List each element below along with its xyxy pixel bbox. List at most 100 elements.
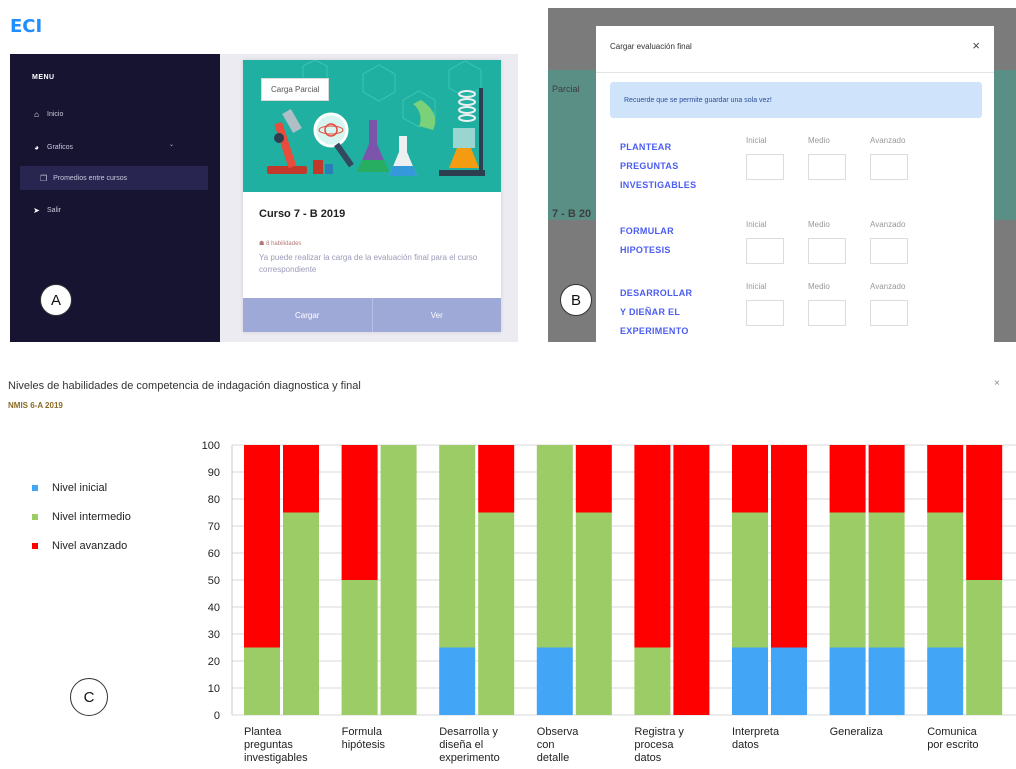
sidebar-item-salir[interactable]: ➤ Salir: [32, 204, 61, 216]
bar-segment: [575, 512, 612, 715]
bar-segment: [927, 445, 964, 513]
avanzado-input[interactable]: [870, 154, 908, 180]
level-label: Medio: [808, 282, 830, 291]
y-tick-label: 0: [214, 710, 220, 722]
bar-segment: [732, 647, 768, 715]
medio-input[interactable]: [808, 154, 846, 180]
x-tick-label-line: Observa: [537, 726, 579, 738]
card-description: Ya puede realizar la carga de la evaluac…: [259, 253, 478, 274]
send-icon: ➤: [33, 205, 40, 215]
criterion-label: PLANTEAR PREGUNTAS INVESTIGABLES: [620, 142, 697, 190]
x-tick-label-line: detalle: [537, 752, 569, 764]
window-icon: ❐: [40, 173, 48, 183]
figure: ECI MENU ⌂ Inicio ◕ Graficos ⌄ ❐ Promedi…: [0, 0, 1016, 769]
bar-segment: [966, 445, 1003, 580]
menu-title: MENU: [32, 74, 55, 81]
bar-segment: [829, 445, 866, 513]
sidebar-item-label: Inicio: [47, 110, 64, 118]
level-label: Inicial: [746, 136, 767, 145]
sidebar-item-label: Graficos: [47, 143, 74, 151]
bar-segment: [283, 512, 319, 715]
avanzado-input[interactable]: [870, 238, 908, 264]
sidebar-item-promedios[interactable]: ❐ Promedios entre cursos: [20, 166, 208, 190]
medio-input[interactable]: [808, 238, 846, 264]
bar-segment: [341, 445, 378, 580]
level-label: Medio: [808, 220, 830, 229]
level-label: Medio: [808, 136, 830, 145]
modal-overlay: Parcial 7 - B 20 Cargar evaluación final…: [548, 8, 1016, 342]
inicial-input[interactable]: [746, 300, 784, 326]
chevron-down-icon: ⌄: [168, 142, 174, 148]
bar-segment: [771, 647, 807, 715]
x-tick-label-line: con: [537, 739, 555, 751]
panel-b-badge: B: [560, 284, 592, 316]
x-tick-label-line: datos: [634, 752, 661, 764]
brand-logo[interactable]: ECI: [10, 16, 42, 37]
bar-segment: [927, 647, 964, 715]
panel-a-badge: A: [40, 284, 72, 316]
sidebar-item-graficos[interactable]: ◕ Graficos ⌄: [32, 141, 202, 153]
x-tick-label-line: hipótesis: [342, 739, 386, 751]
y-tick-label: 80: [208, 494, 220, 506]
x-tick-label: Desarrolla y diseña el experimento: [439, 726, 500, 764]
bar-segment: [575, 445, 612, 513]
bar-segment: [829, 647, 866, 715]
home-icon: ⌂: [34, 109, 39, 119]
x-tick-label: Interpreta datos: [732, 726, 780, 751]
stacked-bar-chart: 0 10 20 30 40 50 60 70 80 90 100 Plantea preguntas in…: [202, 440, 1016, 764]
bar-segment: [829, 512, 866, 648]
background-card-image-right: [994, 70, 1016, 220]
medio-input[interactable]: [808, 300, 846, 326]
close-icon[interactable]: ×: [994, 378, 1000, 389]
sidebar-item-label: Salir: [47, 206, 62, 214]
y-tick-label: 10: [208, 683, 220, 695]
close-icon[interactable]: ×: [972, 38, 980, 53]
view-button[interactable]: Ver: [371, 298, 502, 332]
bar-segment: [868, 512, 905, 648]
x-tick-label-line: Desarrolla y: [439, 726, 498, 738]
inicial-input[interactable]: [746, 238, 784, 264]
bar-segment: [732, 445, 768, 513]
y-tick-label: 100: [202, 440, 220, 452]
y-tick-label: 60: [208, 548, 220, 560]
x-tick-label-line: investigables: [244, 752, 308, 764]
y-tick-label: 20: [208, 656, 220, 668]
criterion-label: DESARROLLAR Y DIEÑAR EL EXPERIMENTO: [620, 288, 693, 336]
sidebar-item-inicio[interactable]: ⌂ Inicio: [32, 108, 63, 120]
x-tick-label-line: procesa: [634, 739, 674, 751]
level-label: Avanzado: [870, 282, 906, 291]
x-tick-label-line: diseña el: [439, 739, 483, 751]
course-card: Carga Parcial Curso 7 - B 2019 ☗ 8 habil…: [243, 60, 501, 332]
bar-segment: [536, 647, 573, 715]
inicial-input[interactable]: [746, 154, 784, 180]
avanzado-input[interactable]: [870, 300, 908, 326]
card-tag: Carga Parcial: [261, 78, 330, 101]
level-label: Avanzado: [870, 136, 906, 145]
bar-segment: [439, 445, 476, 648]
x-tick-label: Registra y procesa datos: [634, 726, 684, 764]
bar-segment: [771, 445, 807, 648]
background-card-tag: Parcial: [552, 84, 580, 94]
bar-segment: [341, 580, 378, 715]
background-card-title: 7 - B 20: [552, 208, 592, 220]
y-tick-label: 40: [208, 602, 220, 614]
group-icon: ☗: [259, 241, 265, 247]
x-tick-label: Plantea preguntas investigables: [244, 726, 308, 764]
x-tick-label: Comunica por escrito: [927, 726, 978, 751]
bar-segment: [868, 445, 905, 513]
criterion-label: FORMULAR HIPOTESIS: [620, 226, 674, 255]
x-tick-label-line: Formula: [342, 726, 383, 738]
x-tick-label-line: preguntas: [244, 739, 293, 751]
x-tick-label: Generaliza: [830, 726, 884, 738]
level-label: Inicial: [746, 282, 767, 291]
chart-title: Niveles de habilidades de competencia de…: [8, 380, 361, 392]
y-tick-label: 50: [208, 575, 220, 587]
bar-segment: [439, 647, 476, 715]
lab-illustration: Carga Parcial: [243, 60, 501, 192]
bar-segment: [966, 580, 1003, 715]
level-label: Avanzado: [870, 220, 906, 229]
upload-button[interactable]: Cargar: [243, 298, 372, 332]
bar-segment: [380, 445, 417, 715]
x-tick-label-line: Registra y: [634, 726, 684, 738]
x-tick-label-line: experimento: [439, 752, 500, 764]
